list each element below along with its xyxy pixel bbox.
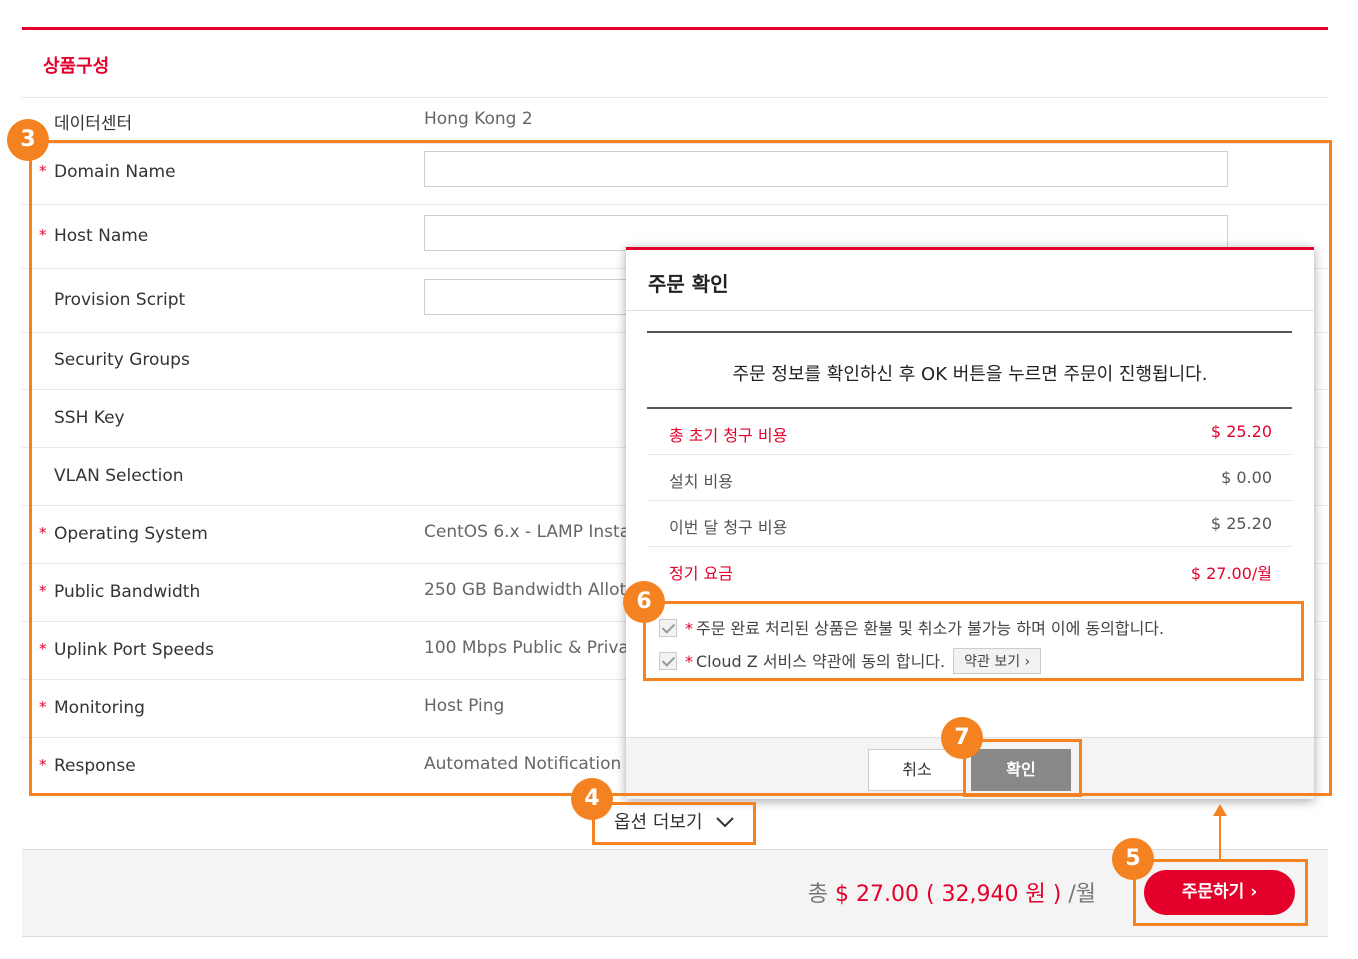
- total-suffix: /월: [1068, 882, 1096, 907]
- arrow-up-icon: [1213, 804, 1227, 816]
- annotation-box-order: [1133, 859, 1308, 926]
- section-title: 상품구성: [43, 56, 110, 77]
- total-prefix: 총: [807, 882, 828, 907]
- top-divider: [22, 27, 1328, 30]
- annotation-box-more-options: [592, 802, 756, 845]
- annotation-badge: 6: [623, 581, 665, 623]
- annotation-badge: 7: [941, 717, 983, 759]
- annotation-badge: 5: [1112, 838, 1154, 880]
- total-amount: $ 27.00 ( 32,940 원 ): [835, 882, 1062, 907]
- row-value: Hong Kong 2: [424, 109, 533, 129]
- annotation-box-agreements: [643, 601, 1304, 681]
- annotation-arrow: [1219, 814, 1221, 860]
- order-total: 총 $ 27.00 ( 32,940 원 ) /월: [808, 876, 1096, 908]
- annotation-box-confirm: [963, 739, 1082, 797]
- row-datacenter: 데이터센터 Hong Kong 2: [22, 98, 1328, 144]
- annotation-box-options: [29, 140, 1332, 796]
- row-label: 데이터센터: [54, 114, 133, 134]
- annotation-badge: 4: [571, 778, 613, 820]
- annotation-badge: 3: [7, 119, 49, 161]
